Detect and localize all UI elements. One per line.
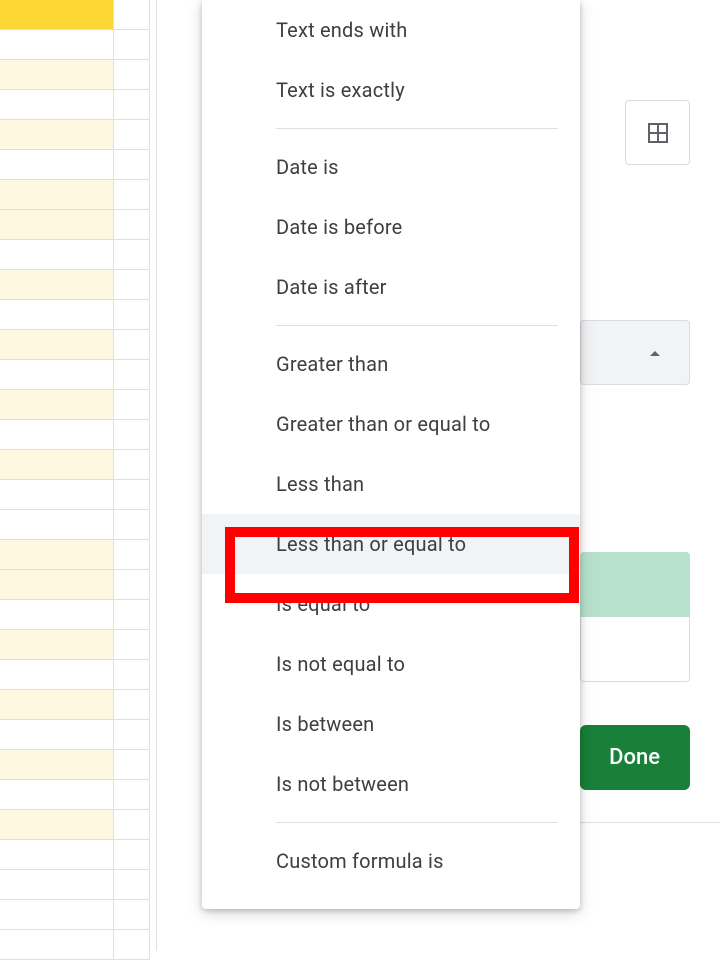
cell[interactable]: [0, 900, 114, 930]
cell[interactable]: [0, 90, 114, 120]
cell[interactable]: [114, 330, 150, 360]
cell[interactable]: [0, 810, 114, 840]
cell[interactable]: [114, 630, 150, 660]
cell[interactable]: [114, 900, 150, 930]
cell[interactable]: [0, 30, 114, 60]
cell[interactable]: [114, 180, 150, 210]
cell[interactable]: [0, 360, 114, 390]
cell[interactable]: [0, 540, 114, 570]
cell[interactable]: [114, 660, 150, 690]
cell[interactable]: [0, 330, 114, 360]
option-is-between[interactable]: Is between: [202, 694, 580, 754]
cell[interactable]: [114, 570, 150, 600]
cell[interactable]: [0, 750, 114, 780]
cell[interactable]: [0, 630, 114, 660]
caret-up-icon: [649, 349, 661, 357]
cell[interactable]: [114, 150, 150, 180]
cell[interactable]: [114, 840, 150, 870]
format-preview-extension: [580, 617, 690, 682]
cell[interactable]: [0, 840, 114, 870]
spreadsheet-cells: [0, 0, 150, 951]
cell[interactable]: [0, 270, 114, 300]
done-button-label: Done: [609, 745, 660, 770]
option-less-than[interactable]: Less than: [202, 454, 580, 514]
option-greater-than-or-equal-to[interactable]: Greater than or equal to: [202, 394, 580, 454]
cell[interactable]: [0, 240, 114, 270]
cell[interactable]: [114, 600, 150, 630]
cell[interactable]: [0, 690, 114, 720]
format-rule-select[interactable]: [580, 320, 690, 385]
format-preview[interactable]: [580, 552, 690, 617]
cell[interactable]: [114, 810, 150, 840]
cell[interactable]: [0, 720, 114, 750]
option-date-is[interactable]: Date is: [202, 137, 580, 197]
option-is-not-equal-to[interactable]: Is not equal to: [202, 634, 580, 694]
option-date-is-before[interactable]: Date is before: [202, 197, 580, 257]
grid-icon: [646, 121, 670, 145]
option-custom-formula-is[interactable]: Custom formula is: [202, 831, 580, 891]
option-is-equal-to[interactable]: Is equal to: [202, 574, 580, 634]
cell[interactable]: [114, 360, 150, 390]
cell[interactable]: [114, 480, 150, 510]
cell[interactable]: [0, 210, 114, 240]
cell[interactable]: [0, 870, 114, 900]
menu-divider: [276, 325, 558, 326]
format-rule-dropdown: Text ends with Text is exactly Date is D…: [202, 0, 580, 909]
cell[interactable]: [114, 270, 150, 300]
cell[interactable]: [114, 240, 150, 270]
cell[interactable]: [0, 120, 114, 150]
cell[interactable]: [114, 870, 150, 900]
cell[interactable]: [114, 120, 150, 150]
cell[interactable]: [114, 450, 150, 480]
cell[interactable]: [114, 390, 150, 420]
option-date-is-after[interactable]: Date is after: [202, 257, 580, 317]
option-greater-than[interactable]: Greater than: [202, 334, 580, 394]
cell[interactable]: [114, 30, 150, 60]
cell[interactable]: [114, 60, 150, 90]
option-is-not-between[interactable]: Is not between: [202, 754, 580, 814]
cell[interactable]: [114, 420, 150, 450]
cell[interactable]: [114, 690, 150, 720]
cell[interactable]: [114, 510, 150, 540]
cell[interactable]: [0, 570, 114, 600]
cell[interactable]: [0, 60, 114, 90]
cell[interactable]: [114, 210, 150, 240]
cell[interactable]: [0, 780, 114, 810]
cell[interactable]: [114, 540, 150, 570]
cell[interactable]: [114, 0, 150, 30]
option-text-is-exactly[interactable]: Text is exactly: [202, 60, 580, 120]
cell[interactable]: [0, 480, 114, 510]
cell[interactable]: [0, 180, 114, 210]
cell[interactable]: [0, 390, 114, 420]
header-cell[interactable]: [0, 0, 114, 30]
cell[interactable]: [114, 720, 150, 750]
cell[interactable]: [0, 450, 114, 480]
cell[interactable]: [0, 420, 114, 450]
cell[interactable]: [0, 600, 114, 630]
done-button[interactable]: Done: [580, 725, 690, 790]
cell[interactable]: [0, 660, 114, 690]
menu-divider: [276, 822, 558, 823]
cell[interactable]: [114, 300, 150, 330]
cell[interactable]: [114, 90, 150, 120]
option-text-ends-with[interactable]: Text ends with: [202, 0, 580, 60]
cell[interactable]: [0, 300, 114, 330]
cell[interactable]: [0, 930, 114, 960]
select-range-button[interactable]: [625, 100, 690, 165]
cell[interactable]: [114, 930, 150, 960]
cell[interactable]: [0, 510, 114, 540]
cell[interactable]: [0, 150, 114, 180]
menu-divider: [276, 128, 558, 129]
cell[interactable]: [114, 780, 150, 810]
option-less-than-or-equal-to[interactable]: Less than or equal to: [202, 514, 580, 574]
cell[interactable]: [114, 750, 150, 780]
